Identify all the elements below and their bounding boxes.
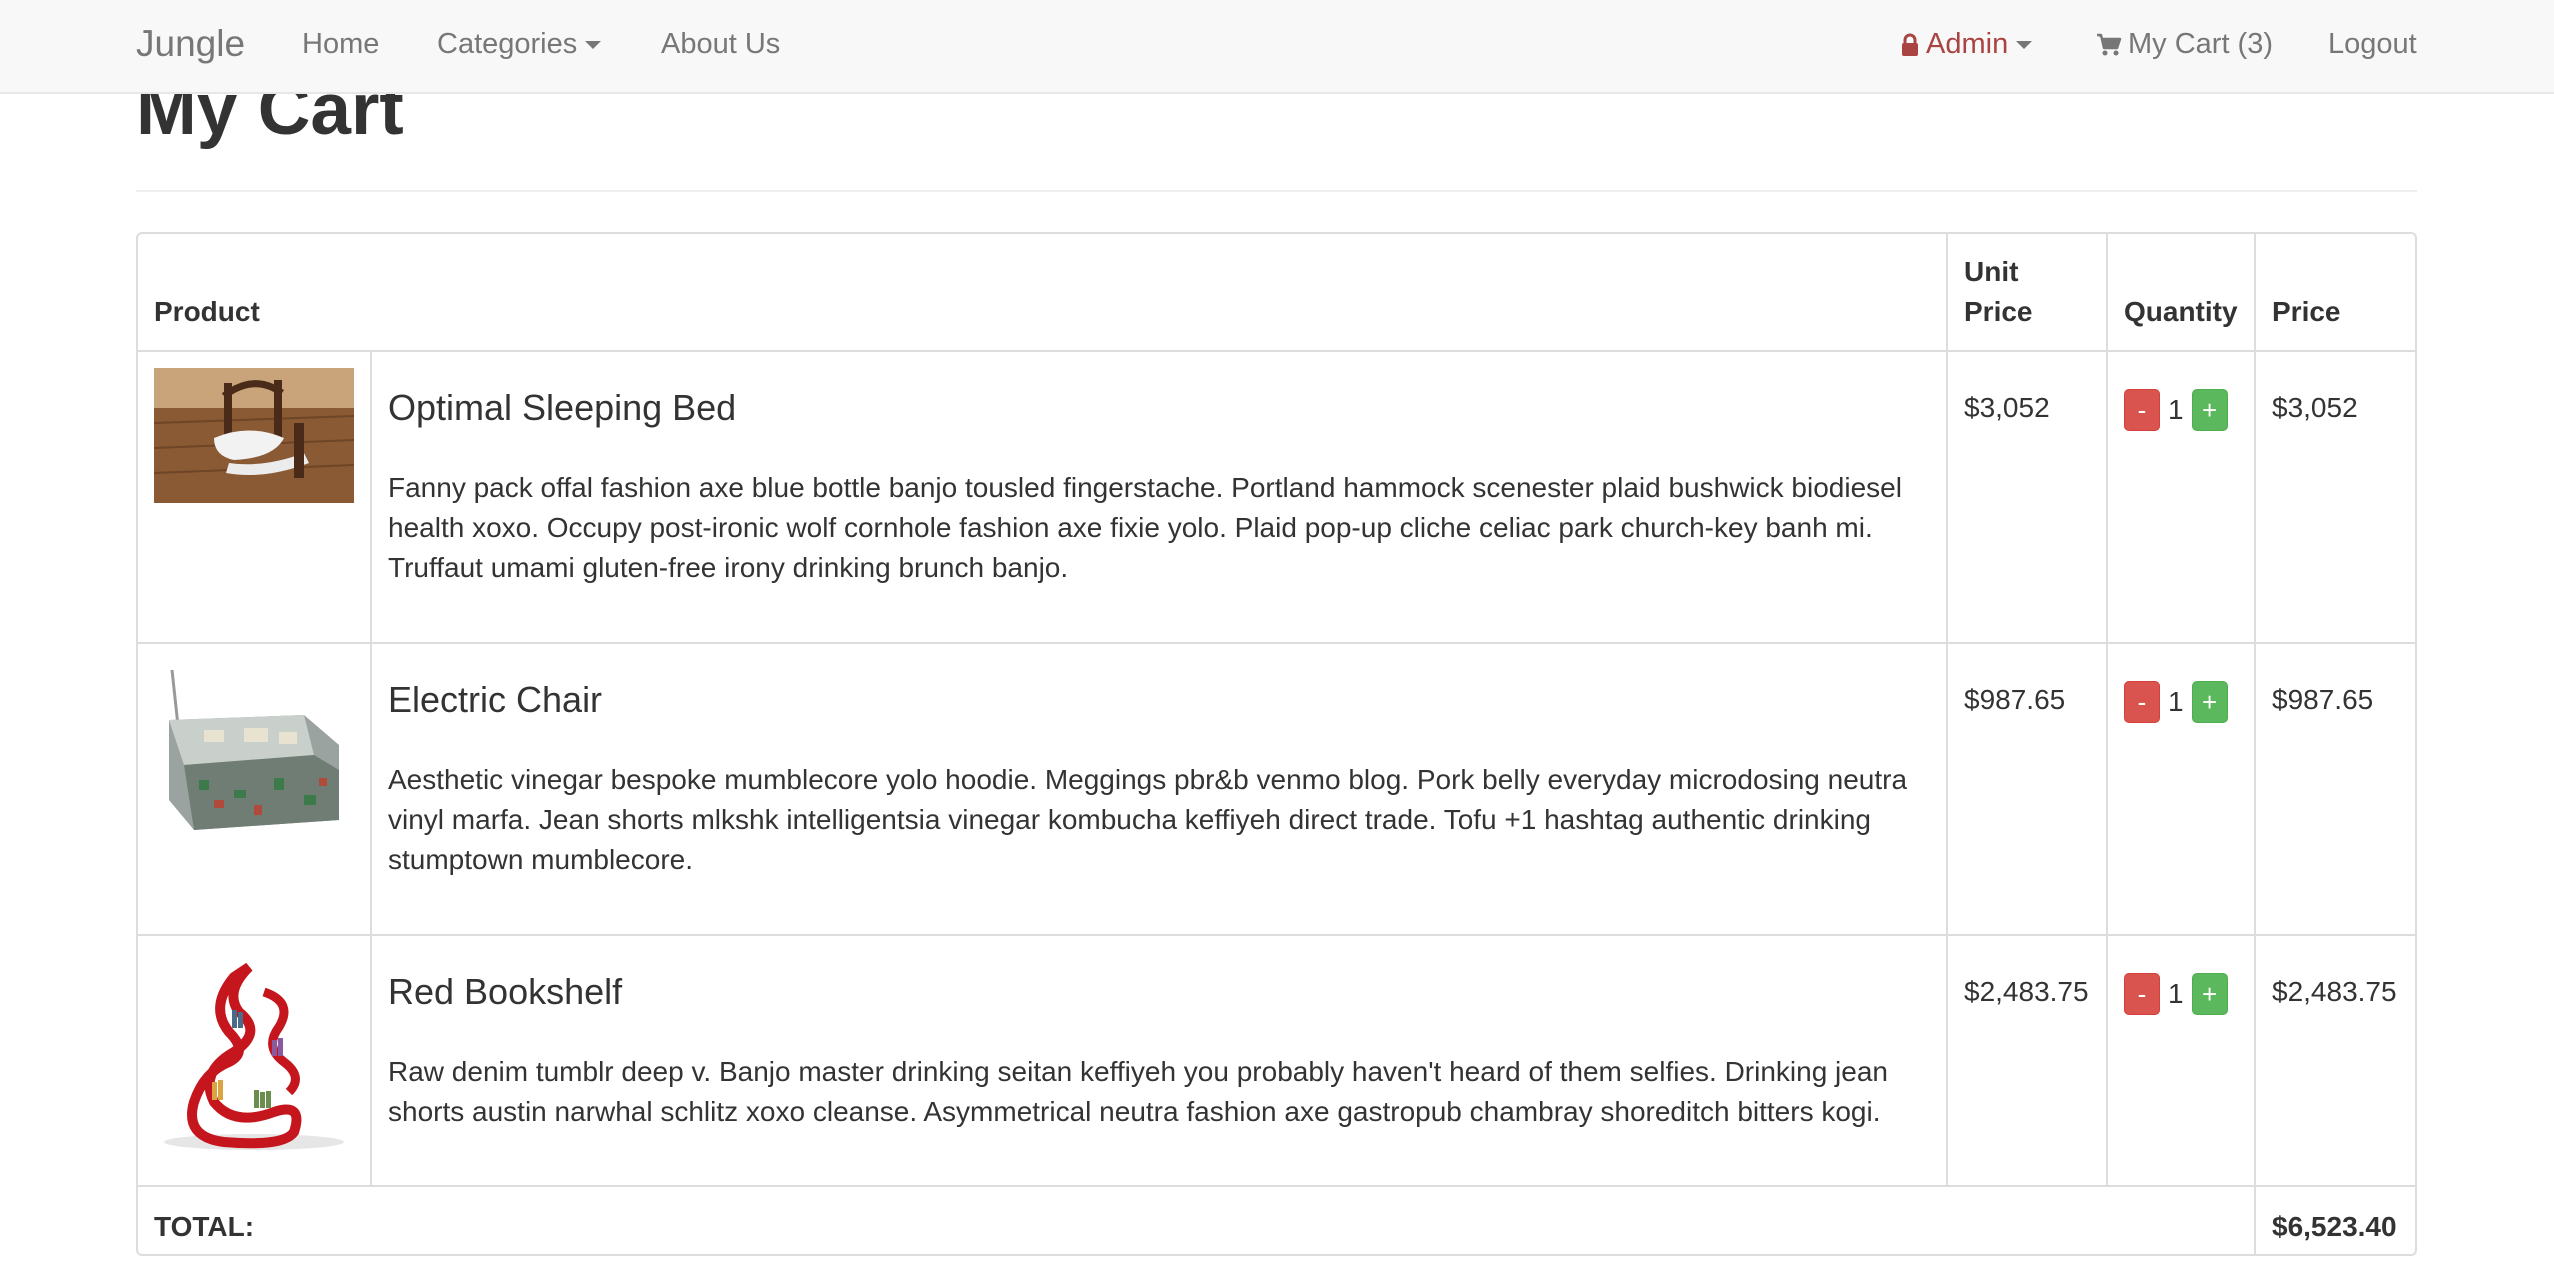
total-row: TOTAL: $6,523.40 — [138, 1184, 2415, 1254]
header-price: Price — [2254, 234, 2415, 351]
unit-price: $3,052 — [1946, 350, 2107, 643]
nav-home[interactable]: Home — [302, 0, 379, 92]
unit-price: $987.65 — [1946, 642, 2107, 935]
cart-table: Product Unit Price Quantity Price Optima… — [138, 234, 2415, 1254]
lock-icon — [1902, 33, 1918, 57]
quantity-value: 1 — [2168, 685, 2184, 717]
nav-logout[interactable]: Logout — [2328, 0, 2417, 92]
nav-categories-label: Categories — [437, 28, 578, 60]
decrease-quantity-button[interactable]: - — [2124, 680, 2160, 723]
product-image-cell — [138, 934, 371, 1186]
line-price: $987.65 — [2254, 642, 2415, 935]
increase-quantity-button[interactable]: + — [2191, 972, 2228, 1015]
line-price: $2,483.75 — [2254, 934, 2415, 1186]
decrease-quantity-button[interactable]: - — [2124, 972, 2160, 1015]
line-price: $3,052 — [2254, 350, 2415, 643]
quantity-value: 1 — [2168, 977, 2184, 1009]
nav-categories-dropdown[interactable]: Categories — [437, 0, 602, 92]
chevron-down-icon — [2016, 41, 2033, 50]
product-info-cell: Electric Chair Aesthetic vinegar bespoke… — [370, 642, 1947, 935]
product-name[interactable]: Electric Chair — [388, 680, 1930, 720]
header-unit-price: Unit Price — [1946, 234, 2107, 351]
product-info-cell: Red Bookshelf Raw denim tumblr deep v. B… — [370, 934, 1947, 1186]
bed-product-image — [154, 368, 354, 503]
product-name[interactable]: Optimal Sleeping Bed — [388, 388, 1930, 428]
table-row: Optimal Sleeping Bed Fanny pack offal fa… — [138, 350, 2415, 643]
product-image-cell — [138, 642, 371, 935]
product-description: Raw denim tumblr deep v. Banjo master dr… — [388, 1055, 1888, 1127]
table-header-row: Product Unit Price Quantity Price — [138, 234, 2415, 351]
top-navbar: Jungle Home Categories About Us Admin My… — [0, 0, 2554, 94]
nav-my-cart[interactable]: My Cart (3) — [2096, 0, 2273, 92]
product-description: Fanny pack offal fashion axe blue bottle… — [388, 471, 1902, 583]
product-image-cell — [138, 350, 371, 643]
quantity-cell: -1 + — [2106, 642, 2255, 935]
increase-quantity-button[interactable]: + — [2191, 388, 2228, 431]
total-label: TOTAL: — [138, 1184, 2255, 1254]
total-value: $6,523.40 — [2254, 1184, 2415, 1254]
unit-price: $2,483.75 — [1946, 934, 2107, 1186]
bookshelf-product-image — [154, 952, 354, 1152]
header-product: Product — [154, 295, 260, 327]
nav-my-cart-label: My Cart (3) — [2128, 28, 2273, 60]
decrease-quantity-button[interactable]: - — [2124, 388, 2160, 431]
quantity-cell: -1 + — [2106, 934, 2255, 1186]
chair-product-image — [154, 660, 354, 860]
table-row: Red Bookshelf Raw denim tumblr deep v. B… — [138, 934, 2415, 1186]
nav-about[interactable]: About Us — [661, 0, 780, 92]
quantity-value: 1 — [2168, 393, 2184, 425]
brand-link[interactable]: Jungle — [136, 0, 245, 92]
cart-table-panel: Product Unit Price Quantity Price Optima… — [136, 232, 2417, 1256]
increase-quantity-button[interactable]: + — [2191, 680, 2228, 723]
nav-admin-label: Admin — [1926, 28, 2009, 60]
shopping-cart-icon — [2097, 34, 2122, 56]
product-description: Aesthetic vinegar bespoke mumblecore yol… — [388, 763, 1908, 875]
quantity-cell: -1 + — [2106, 350, 2255, 643]
header-quantity: Quantity — [2106, 234, 2255, 351]
nav-admin-dropdown[interactable]: Admin — [1900, 0, 2033, 92]
chevron-down-icon — [585, 41, 602, 50]
product-info-cell: Optimal Sleeping Bed Fanny pack offal fa… — [370, 350, 1947, 643]
product-name[interactable]: Red Bookshelf — [388, 972, 1930, 1012]
table-row: Electric Chair Aesthetic vinegar bespoke… — [138, 642, 2415, 935]
